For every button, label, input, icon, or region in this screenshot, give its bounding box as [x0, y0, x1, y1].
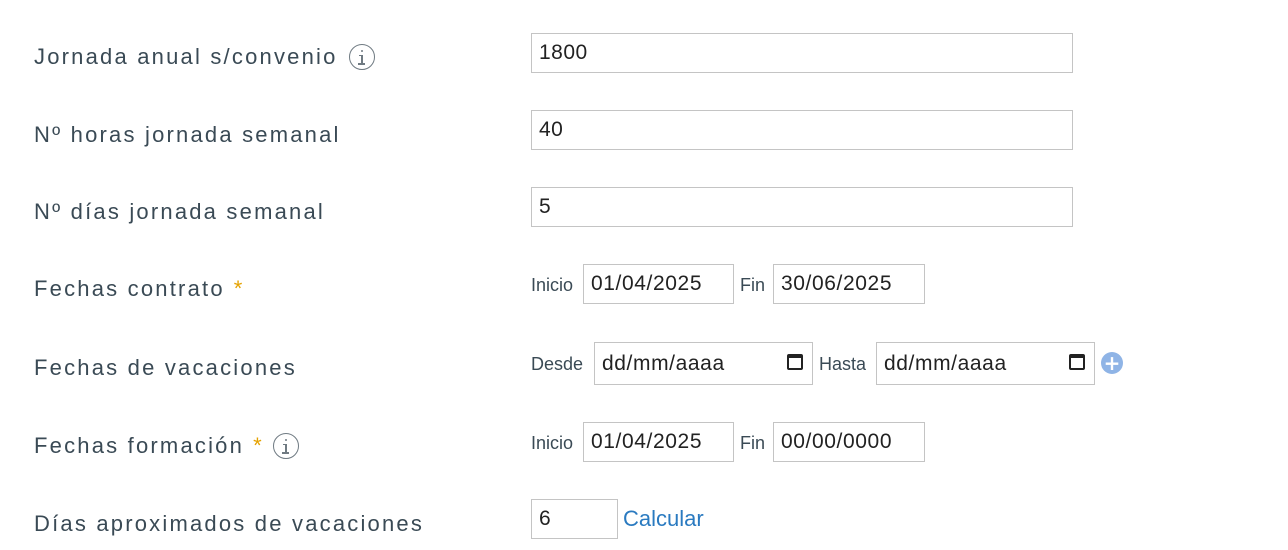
jornada-anual-label: Jornada anual s/convenio: [34, 44, 375, 70]
contrato-fin-label: Fin: [740, 275, 766, 295]
calendar-icon[interactable]: [1069, 354, 1085, 370]
horas-semanal-label: Nº horas jornada semanal: [34, 122, 341, 148]
vacaciones-hasta-placeholder: dd/mm/aaaa: [884, 351, 1007, 375]
horas-semanal-value: 40: [539, 118, 564, 141]
required-mark: *: [253, 433, 262, 458]
fechas-contrato-label-text: Fechas contrato: [34, 276, 225, 301]
contrato-fin-input[interactable]: 30/06/2025: [773, 264, 925, 304]
formacion-fin-label: Fin: [740, 433, 766, 453]
formacion-fin-input[interactable]: 00/00/0000: [773, 422, 925, 462]
dias-semanal-label-text: Nº días jornada semanal: [34, 199, 325, 224]
vacaciones-desde-label: Desde: [531, 354, 584, 374]
vacaciones-hasta-label: Hasta: [819, 354, 867, 374]
fechas-contrato-label: Fechas contrato *: [34, 276, 242, 302]
calendar-icon[interactable]: [787, 354, 803, 370]
jornada-anual-value: 1800: [539, 41, 588, 64]
info-icon[interactable]: [272, 433, 299, 459]
contrato-inicio-label: Inicio: [531, 275, 574, 295]
dias-semanal-input[interactable]: 5: [531, 187, 1073, 227]
add-icon[interactable]: +: [1101, 352, 1123, 374]
formacion-inicio-input[interactable]: 01/04/2025: [583, 422, 734, 462]
dias-vacaciones-value: 6: [539, 507, 552, 530]
vacaciones-desde-placeholder: dd/mm/aaaa: [602, 351, 725, 375]
contrato-inicio-value: 01/04/2025: [591, 272, 703, 295]
jornada-anual-input[interactable]: 1800: [531, 33, 1073, 73]
formacion-fin-value: 00/00/0000: [781, 430, 893, 453]
formacion-inicio-label: Inicio: [531, 433, 574, 453]
fechas-vacaciones-label-text: Fechas de vacaciones: [34, 355, 297, 380]
add-symbol: +: [1103, 351, 1121, 375]
horas-semanal-label-text: Nº horas jornada semanal: [34, 122, 341, 147]
formacion-inicio-value: 01/04/2025: [591, 430, 703, 453]
vacaciones-desde-input[interactable]: dd/mm/aaaa: [594, 342, 813, 385]
calcular-link[interactable]: Calcular: [623, 506, 704, 532]
dias-semanal-value: 5: [539, 195, 552, 218]
fechas-vacaciones-label: Fechas de vacaciones: [34, 355, 297, 381]
dias-vacaciones-input[interactable]: 6: [531, 499, 618, 539]
fechas-formacion-label: Fechas formación *: [34, 433, 299, 459]
dias-vacaciones-label-text: Días aproximados de vacaciones: [34, 511, 425, 536]
contrato-inicio-input[interactable]: 01/04/2025: [583, 264, 734, 304]
fechas-formacion-label-text: Fechas formación: [34, 433, 245, 458]
info-icon[interactable]: [348, 44, 375, 70]
vacaciones-hasta-input[interactable]: dd/mm/aaaa: [876, 342, 1095, 385]
jornada-anual-label-text: Jornada anual s/convenio: [34, 44, 338, 69]
contrato-fin-value: 30/06/2025: [781, 272, 893, 295]
dias-semanal-label: Nº días jornada semanal: [34, 199, 325, 225]
horas-semanal-input[interactable]: 40: [531, 110, 1073, 150]
dias-vacaciones-label: Días aproximados de vacaciones: [34, 511, 424, 537]
required-mark: *: [233, 276, 243, 301]
